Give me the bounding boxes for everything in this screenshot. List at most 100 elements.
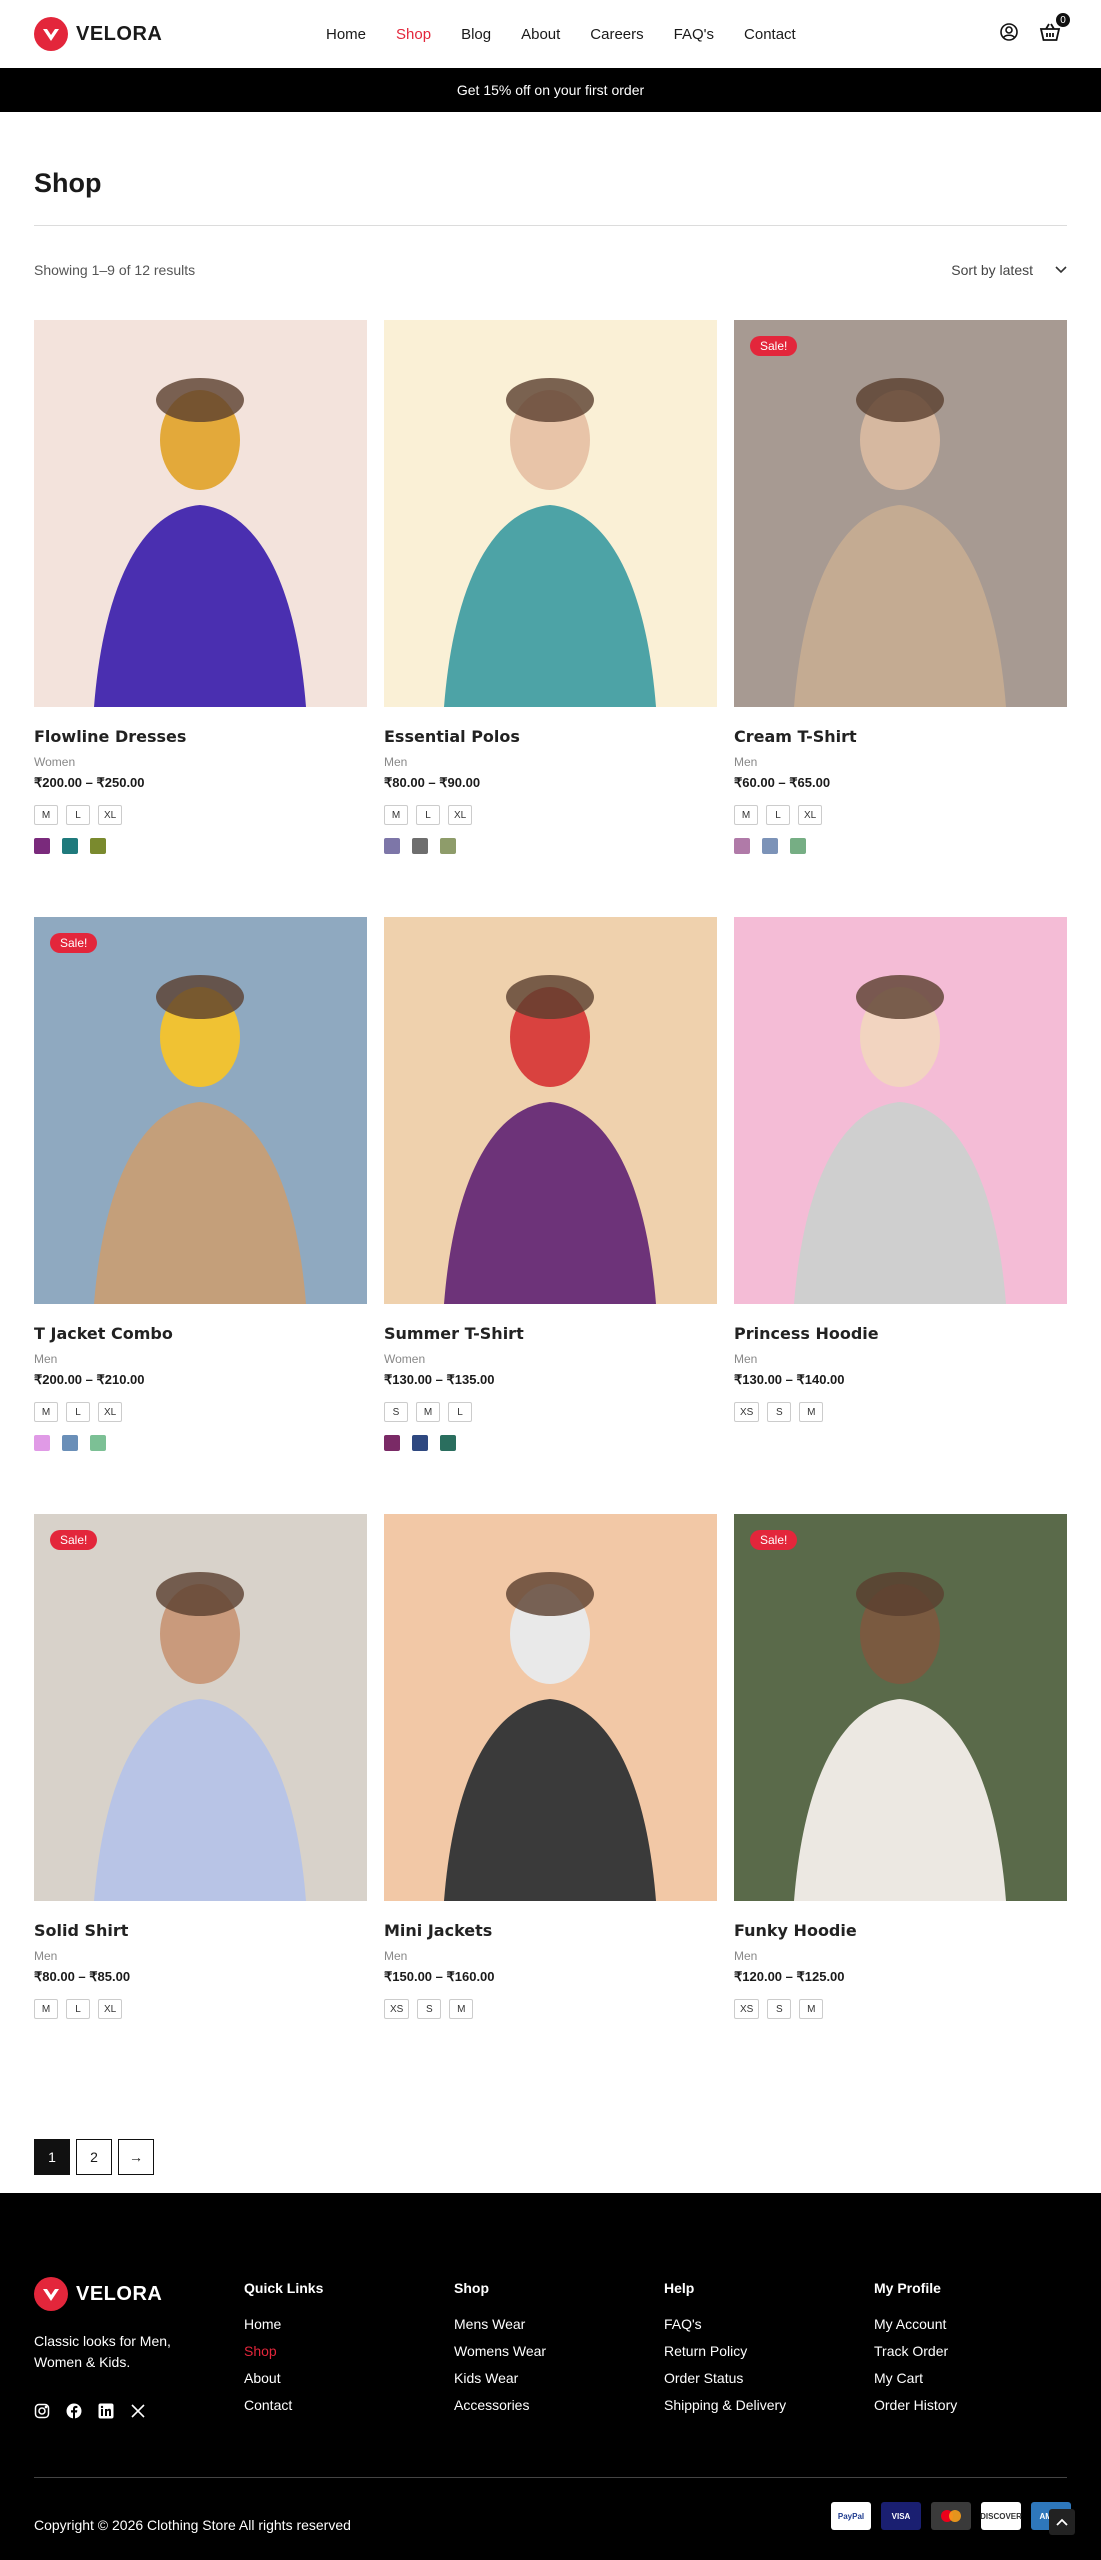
product-title[interactable]: T Jacket Combo [34,1324,367,1343]
product-card[interactable]: Princess Hoodie Men ₹130.00 – ₹140.00 XS S M [734,917,1067,1514]
footer-link[interactable]: About [244,2370,323,2386]
footer-link[interactable]: Shipping & Delivery [664,2397,786,2413]
footer-link[interactable]: My Account [874,2316,957,2332]
color-swatch[interactable] [90,838,106,854]
color-swatch[interactable] [412,838,428,854]
size-option[interactable]: XS [734,1999,760,2019]
color-swatch[interactable] [734,838,750,854]
logo[interactable]: VELORA [34,17,162,51]
size-option[interactable]: M [449,1999,474,2019]
nav-item-shop[interactable]: Shop [396,26,431,43]
color-swatch[interactable] [62,1435,78,1451]
product-title[interactable]: Solid Shirt [34,1921,367,1940]
footer-logo[interactable]: VELORA [34,2277,204,2311]
size-option[interactable]: M [34,805,58,825]
footer-link[interactable]: My Cart [874,2370,957,2386]
product-title[interactable]: Essential Polos [384,727,717,746]
size-option[interactable]: L [448,1402,472,1422]
size-option[interactable]: XL [98,1402,123,1422]
footer-link[interactable]: Order History [874,2397,957,2413]
product-title[interactable]: Summer T-Shirt [384,1324,717,1343]
nav-item-faqs[interactable]: FAQ's [674,26,714,43]
color-swatch[interactable] [440,838,456,854]
product-title[interactable]: Funky Hoodie [734,1921,1067,1940]
product-image[interactable] [734,917,1067,1304]
size-option[interactable]: M [799,1999,824,2019]
size-option[interactable]: L [766,805,790,825]
size-option[interactable]: XS [734,1402,760,1422]
size-option[interactable]: M [384,805,408,825]
product-image[interactable] [384,1514,717,1901]
size-option[interactable]: S [767,1402,792,1422]
footer-link[interactable]: Home [244,2316,323,2332]
next-page-button[interactable]: → [118,2139,154,2175]
product-card[interactable]: Sale! T Jacket Combo Men ₹200.00 – ₹210.00 M… [34,917,367,1514]
product-title[interactable]: Cream T-Shirt [734,727,1067,746]
footer-link[interactable]: Womens Wear [454,2343,546,2359]
footer-link[interactable]: FAQ's [664,2316,786,2332]
product-title[interactable]: Flowline Dresses [34,727,367,746]
product-image[interactable] [34,320,367,707]
page-2-button[interactable]: 2 [76,2139,112,2175]
color-swatch[interactable] [62,838,78,854]
color-swatch[interactable] [384,838,400,854]
cart-button[interactable]: 0 [1039,12,1071,47]
color-swatch[interactable] [34,838,50,854]
nav-item-home[interactable]: Home [326,26,366,43]
size-option[interactable]: S [767,1999,792,2019]
nav-item-careers[interactable]: Careers [590,26,643,43]
color-swatch[interactable] [90,1435,106,1451]
product-card[interactable]: Summer T-Shirt Women ₹130.00 – ₹135.00 S M L [384,917,717,1514]
linkedin-icon[interactable] [98,2403,114,2424]
footer-link[interactable]: Kids Wear [454,2370,546,2386]
product-card[interactable]: Sale! Solid Shirt Men ₹80.00 – ₹85.00 M L XL [34,1514,367,2111]
footer-link[interactable]: Track Order [874,2343,957,2359]
product-card[interactable]: Mini Jackets Men ₹150.00 – ₹160.00 XS S M [384,1514,717,2111]
color-swatch[interactable] [384,1435,400,1451]
facebook-icon[interactable] [66,2403,82,2424]
size-option[interactable]: XL [798,805,823,825]
product-image[interactable]: Sale! [734,1514,1067,1901]
size-option[interactable]: L [66,1999,90,2019]
x-icon[interactable] [130,2403,146,2424]
color-swatch[interactable] [440,1435,456,1451]
product-card[interactable]: Sale! Funky Hoodie Men ₹120.00 – ₹125.00 XS S… [734,1514,1067,2111]
page-1-button[interactable]: 1 [34,2139,70,2175]
product-title[interactable]: Princess Hoodie [734,1324,1067,1343]
product-image[interactable]: Sale! [34,1514,367,1901]
size-option[interactable]: S [384,1402,408,1422]
color-swatch[interactable] [762,838,778,854]
size-option[interactable]: XS [384,1999,410,2019]
size-option[interactable]: XL [448,805,473,825]
footer-link[interactable]: Accessories [454,2397,546,2413]
product-image[interactable] [384,320,717,707]
footer-link[interactable]: Order Status [664,2370,786,2386]
color-swatch[interactable] [790,838,806,854]
nav-item-contact[interactable]: Contact [744,26,796,43]
back-to-top-button[interactable] [1049,2509,1075,2535]
user-icon[interactable] [999,22,1019,47]
size-option[interactable]: M [734,805,758,825]
size-option[interactable]: L [416,805,440,825]
size-option[interactable]: L [66,1402,90,1422]
size-option[interactable]: M [416,1402,440,1422]
product-card[interactable]: Essential Polos Men ₹80.00 – ₹90.00 M L XL [384,320,717,917]
product-card[interactable]: Flowline Dresses Women ₹200.00 – ₹250.00 M L… [34,320,367,917]
nav-item-blog[interactable]: Blog [461,26,491,43]
size-option[interactable]: XL [98,805,123,825]
footer-link[interactable]: Shop [244,2343,323,2359]
product-title[interactable]: Mini Jackets [384,1921,717,1940]
color-swatch[interactable] [34,1435,50,1451]
size-option[interactable]: S [417,1999,442,2019]
product-image[interactable]: Sale! [734,320,1067,707]
product-card[interactable]: Sale! Cream T-Shirt Men ₹60.00 – ₹65.00 M L XL [734,320,1067,917]
size-option[interactable]: XL [98,1999,123,2019]
size-option[interactable]: M [34,1402,58,1422]
instagram-icon[interactable] [34,2403,50,2424]
size-option[interactable]: M [34,1999,58,2019]
product-image[interactable]: Sale! [34,917,367,1304]
size-option[interactable]: L [66,805,90,825]
color-swatch[interactable] [412,1435,428,1451]
product-image[interactable] [384,917,717,1304]
size-option[interactable]: M [799,1402,824,1422]
